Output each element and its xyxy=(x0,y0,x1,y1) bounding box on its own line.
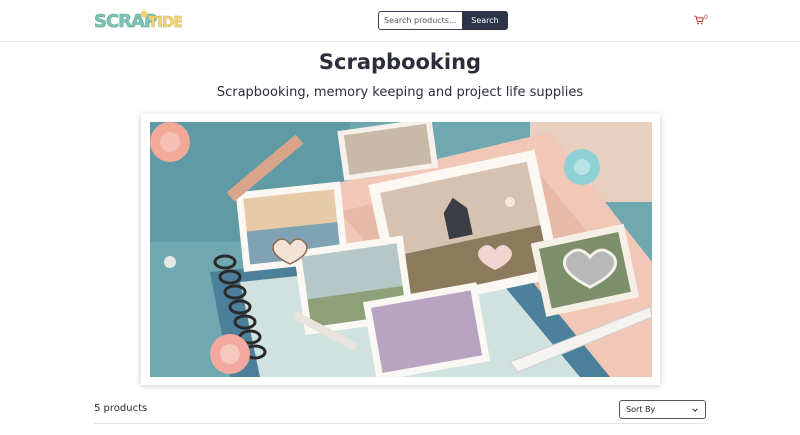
listing-divider xyxy=(94,423,706,424)
cart-count: 0 xyxy=(704,14,708,21)
hero-image xyxy=(150,122,652,377)
cart-icon xyxy=(694,15,704,25)
page-title: Scrapbooking xyxy=(318,50,482,74)
site-logo[interactable]: SCRAP TIDE xyxy=(94,8,182,32)
svg-text:TIDE: TIDE xyxy=(148,13,182,31)
hero-image-frame xyxy=(141,114,660,385)
chevron-down-icon xyxy=(692,408,698,412)
product-count: 5 products xyxy=(94,403,148,414)
search-input[interactable] xyxy=(378,11,462,30)
sort-select[interactable]: Sort By xyxy=(619,400,706,419)
search-bar: Search xyxy=(378,11,508,30)
site-header: SCRAP TIDE Search 0 xyxy=(0,0,800,42)
search-button[interactable]: Search xyxy=(462,11,508,30)
cart-button[interactable]: 0 xyxy=(694,15,708,25)
sort-selected-label: Sort By xyxy=(626,405,656,414)
page-subtitle: Scrapbooking, memory keeping and project… xyxy=(216,85,584,100)
